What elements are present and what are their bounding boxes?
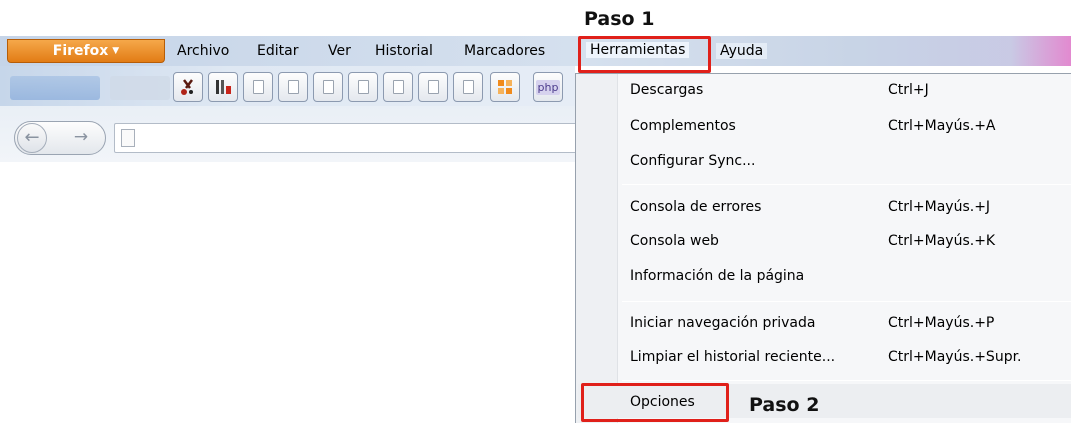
menu-shortcut: Ctrl+Mayús.+P — [888, 315, 995, 331]
forward-button[interactable]: → — [66, 123, 96, 153]
menu-item-navegacion-privada[interactable]: Iniciar navegación privada — [630, 315, 815, 331]
step-1-highlight — [578, 36, 711, 73]
menu-marcadores[interactable]: Marcadores — [464, 43, 545, 59]
menu-archivo[interactable]: Archivo — [177, 43, 229, 59]
tools-icon[interactable] — [208, 72, 238, 102]
toolbar-blurred-button[interactable] — [10, 76, 100, 100]
scissors-icon[interactable] — [173, 72, 203, 102]
php-icon[interactable]: php — [533, 72, 563, 102]
menu-shortcut: Ctrl+Mayús.+K — [888, 233, 996, 249]
menu-icon-gutter — [576, 74, 618, 423]
menu-item-consola-errores[interactable]: Consola de errores — [630, 199, 761, 215]
menu-shortcut: Ctrl+Mayús.+Supr. — [888, 349, 1022, 365]
titlebar-glow — [1011, 36, 1071, 66]
menu-shortcut: Ctrl+Mayús.+J — [888, 199, 991, 215]
blank-page-icon[interactable] — [418, 72, 448, 102]
menu-separator — [622, 301, 1071, 302]
menu-separator — [622, 184, 1071, 185]
toolbar-blurred-button[interactable] — [110, 76, 170, 100]
step-2-highlight — [581, 383, 729, 422]
step-1-annotation: Paso 1 — [584, 8, 655, 30]
blank-page-icon[interactable] — [243, 72, 273, 102]
firefox-menu-button[interactable]: Firefox ▼ — [7, 39, 165, 63]
menu-ayuda[interactable]: Ayuda — [716, 43, 768, 59]
blank-page-icon[interactable] — [453, 72, 483, 102]
blank-page-icon[interactable] — [348, 72, 378, 102]
menu-item-consola-web[interactable]: Consola web — [630, 233, 719, 249]
menu-ver[interactable]: Ver — [328, 43, 351, 59]
menu-item-descargas[interactable]: Descargas — [630, 82, 703, 98]
menu-item-configurar-sync[interactable]: Configurar Sync... — [630, 153, 755, 169]
menu-shortcut: Ctrl+Mayús.+A — [888, 118, 996, 134]
menu-item-informacion-pagina[interactable]: Información de la página — [630, 268, 804, 284]
menu-item-limpiar-historial[interactable]: Limpiar el historial reciente... — [630, 349, 835, 365]
step-2-annotation: Paso 2 — [749, 394, 820, 416]
menu-separator — [622, 380, 1071, 381]
menu-item-complementos[interactable]: Complementos — [630, 118, 736, 134]
menu-editar[interactable]: Editar — [257, 43, 298, 59]
firefox-button-label: Firefox — [52, 43, 109, 59]
menu-historial[interactable]: Historial — [375, 43, 433, 59]
dropdown-arrow-icon: ▼ — [112, 46, 120, 56]
blank-page-icon[interactable] — [313, 72, 343, 102]
menu-shortcut: Ctrl+J — [888, 82, 929, 98]
url-bar[interactable] — [114, 123, 584, 153]
back-arrow-icon: ← — [24, 127, 40, 148]
forward-arrow-icon: → — [73, 127, 89, 147]
puzzle-icon[interactable] — [490, 72, 520, 102]
blank-page-icon[interactable] — [383, 72, 413, 102]
blank-page-icon[interactable] — [278, 72, 308, 102]
php-label: php — [535, 79, 561, 95]
back-button[interactable]: ← — [17, 123, 47, 153]
page-icon — [121, 129, 135, 147]
